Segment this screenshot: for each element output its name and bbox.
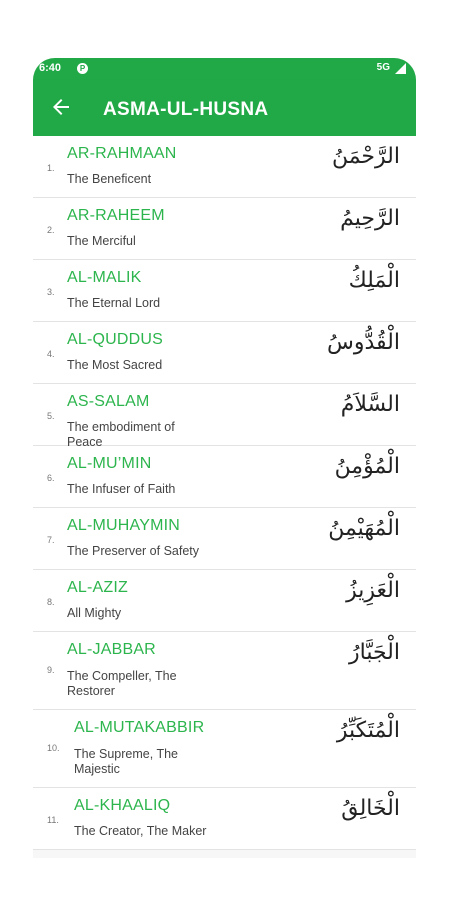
- item-number: 2.: [47, 225, 55, 235]
- item-arabic: الْمُتَكَبِّرُ: [336, 718, 400, 743]
- list-item[interactable]: 11. AL-KHAALIQ The Creator, The Maker ال…: [33, 788, 416, 850]
- list-item[interactable]: 5. AS-SALAM The embodiment of Peace السَ…: [33, 384, 416, 449]
- item-number: 5.: [47, 411, 55, 421]
- list-item[interactable]: 7. AL-MUHAYMIN The Preserver of Safety ا…: [33, 508, 416, 570]
- item-arabic: الرَّحِيمُ: [340, 206, 400, 231]
- back-button[interactable]: [49, 95, 73, 119]
- item-arabic: الْمُهَيْمِنُ: [328, 516, 400, 541]
- item-meaning: The Creator, The Maker: [74, 824, 207, 838]
- item-name: AL-MU’MIN: [67, 455, 152, 472]
- item-name: AR-RAHEEM: [67, 207, 165, 224]
- item-name: AS-SALAM: [67, 393, 150, 410]
- status-bar: 6:40 P 5G: [33, 58, 416, 80]
- item-arabic: الْجَبَّارُ: [349, 640, 400, 665]
- item-number: 3.: [47, 287, 55, 297]
- item-arabic: الْمَلِكُ: [348, 268, 400, 293]
- list-item[interactable]: 10. AL-MUTAKABBIR The Supreme, The Majes…: [33, 710, 416, 788]
- page-title: ASMA-UL-HUSNA: [103, 99, 269, 120]
- item-meaning: All Mighty: [67, 606, 122, 620]
- list-item[interactable]: 4. AL-QUDDUS The Most Sacred الْقُدُّوسُ: [33, 322, 416, 384]
- item-arabic: الْعَزِيزُ: [346, 578, 400, 603]
- list-item[interactable]: 1. AR-RAHMAAN The Beneficent الرَّحْمَنُ: [33, 136, 416, 198]
- item-number: 6.: [47, 473, 55, 483]
- item-name: AR-RAHMAAN: [67, 145, 177, 162]
- signal-icon: [395, 63, 406, 74]
- item-arabic: السَّلاَمُ: [340, 392, 400, 417]
- item-name: AL-AZIZ: [67, 579, 128, 596]
- network-type: 5G: [376, 62, 390, 73]
- item-name: AL-MALIK: [67, 269, 142, 286]
- item-meaning: The Supreme, The Majestic: [74, 747, 178, 776]
- item-arabic: الْقُدُّوسُ: [327, 330, 400, 355]
- list-item[interactable]: 8. AL-AZIZ All Mighty الْعَزِيزُ: [33, 570, 416, 632]
- item-meaning: The Preserver of Safety: [67, 544, 200, 558]
- item-meaning: The Beneficent: [67, 172, 152, 186]
- notification-app-icon: P: [77, 63, 88, 74]
- app-bar: ASMA-UL-HUSNA: [33, 80, 416, 136]
- item-number: 7.: [47, 535, 55, 545]
- item-name: AL-MUTAKABBIR: [74, 719, 205, 736]
- item-number: 11.: [47, 815, 59, 825]
- item-name: AL-MUHAYMIN: [67, 517, 181, 534]
- list-item[interactable]: 9. AL-JABBAR The Compeller, The Restorer…: [33, 632, 416, 710]
- item-arabic: الرَّحْمَنُ: [331, 144, 400, 169]
- item-number: 8.: [47, 597, 55, 607]
- item-arabic: الْخَالِقُ: [341, 796, 400, 821]
- item-meaning: The Merciful: [67, 234, 136, 248]
- phone-screen: 6:40 P 5G ASMA-UL-HUSNA 1. AR-RAHMAAN Th…: [33, 58, 416, 858]
- item-meaning: The Infuser of Faith: [67, 482, 176, 496]
- item-name: AL-QUDDUS: [67, 331, 164, 348]
- list-item[interactable]: 6. AL-MU’MIN The Infuser of Faith الْمُؤ…: [33, 446, 416, 508]
- item-meaning: The Compeller, The Restorer: [67, 669, 177, 698]
- item-meaning: The Most Sacred: [67, 358, 163, 372]
- item-number: 10.: [47, 743, 60, 753]
- status-time: 6:40: [39, 62, 62, 74]
- list-item[interactable]: 3. AL-MALIK The Eternal Lord الْمَلِكُ: [33, 260, 416, 322]
- item-name: AL-JABBAR: [67, 641, 156, 658]
- item-arabic: الْمُؤْمِنُ: [334, 454, 400, 479]
- item-number: 9.: [47, 665, 55, 675]
- item-meaning: The Eternal Lord: [67, 296, 161, 310]
- names-list: 1. AR-RAHMAAN The Beneficent الرَّحْمَنُ…: [33, 136, 416, 850]
- list-item[interactable]: 2. AR-RAHEEM The Merciful الرَّحِيمُ: [33, 198, 416, 260]
- item-number: 4.: [47, 349, 55, 359]
- item-name: AL-KHAALIQ: [74, 797, 171, 814]
- item-number: 1.: [47, 163, 55, 173]
- arrow-left-icon: [53, 99, 69, 115]
